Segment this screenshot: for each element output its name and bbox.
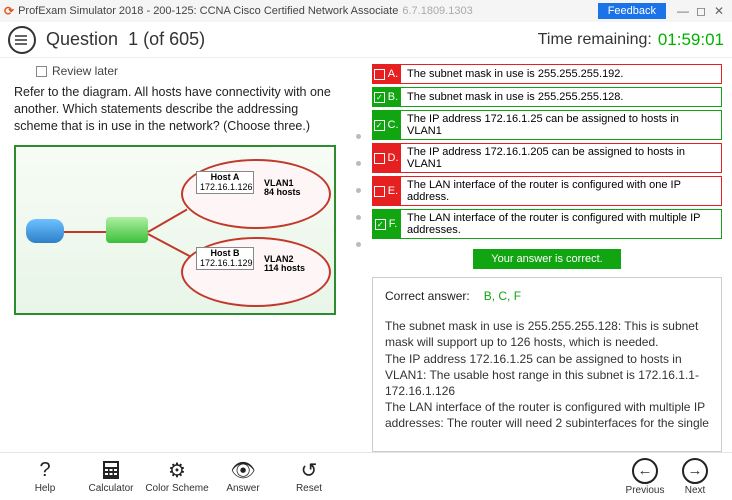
switch-icon bbox=[106, 217, 148, 243]
option-checkbox: ✓ bbox=[374, 92, 385, 103]
router-icon bbox=[26, 219, 64, 243]
option-text: The IP address 172.16.1.25 can be assign… bbox=[407, 113, 715, 137]
gear-icon: ⚙ bbox=[166, 459, 188, 481]
option-D[interactable]: D. The IP address 172.16.1.205 can be ass… bbox=[372, 143, 722, 173]
option-letter: F. bbox=[389, 218, 398, 230]
option-text: The IP address 172.16.1.205 can be assig… bbox=[407, 146, 715, 170]
app-version: 6.7.1809.1303 bbox=[402, 5, 472, 17]
option-letter: E. bbox=[388, 185, 398, 197]
app-logo: ⟳ bbox=[4, 4, 14, 18]
option-checkbox: ✓ bbox=[375, 219, 386, 230]
previous-button[interactable]: ←Previous bbox=[620, 458, 670, 496]
option-text: The subnet mask in use is 255.255.255.19… bbox=[407, 68, 623, 80]
arrow-left-icon: ← bbox=[632, 458, 658, 484]
time-value: 01:59:01 bbox=[658, 30, 724, 50]
option-checkbox bbox=[374, 186, 385, 197]
minimize-button[interactable]: — bbox=[674, 4, 692, 18]
calculator-icon bbox=[100, 459, 122, 481]
close-button[interactable]: ✕ bbox=[710, 4, 728, 18]
footer-toolbar: ?Help Calculator ⚙Color Scheme 👁Answer ↺… bbox=[0, 452, 732, 500]
question-title: Question 1 (of 605) bbox=[46, 29, 205, 50]
result-banner: Your answer is correct. bbox=[473, 249, 620, 269]
option-letter: B. bbox=[388, 91, 398, 103]
checkbox-icon bbox=[36, 66, 47, 77]
option-letter: C. bbox=[388, 119, 399, 131]
maximize-button[interactable]: ◻ bbox=[692, 4, 710, 18]
reset-button[interactable]: ↺Reset bbox=[276, 459, 342, 494]
reset-icon: ↺ bbox=[298, 459, 320, 481]
explanation-text: The subnet mask in use is 255.255.255.12… bbox=[385, 318, 709, 431]
calculator-button[interactable]: Calculator bbox=[78, 459, 144, 494]
help-button[interactable]: ?Help bbox=[12, 459, 78, 494]
help-icon: ? bbox=[34, 459, 56, 481]
option-letter: D. bbox=[388, 152, 399, 164]
option-letter: A. bbox=[388, 68, 398, 80]
next-button[interactable]: →Next bbox=[670, 458, 720, 496]
time-label: Time remaining: bbox=[538, 31, 652, 49]
review-later-checkbox[interactable]: Review later bbox=[36, 64, 344, 78]
correct-answer-label: Correct answer: bbox=[385, 289, 470, 303]
color-scheme-button[interactable]: ⚙Color Scheme bbox=[144, 459, 210, 494]
left-pane: Review later Refer to the diagram. All h… bbox=[14, 64, 344, 452]
option-checkbox bbox=[374, 69, 385, 80]
right-pane: A. The subnet mask in use is 255.255.255.… bbox=[372, 64, 722, 452]
option-checkbox bbox=[374, 153, 385, 164]
explanation-panel: Correct answer: B, C, F The subnet mask i… bbox=[372, 277, 722, 452]
vlan1-label: VLAN184 hosts bbox=[264, 179, 301, 197]
review-label: Review later bbox=[52, 64, 118, 78]
eye-icon: 👁 bbox=[232, 459, 254, 481]
option-C[interactable]: ✓C. The IP address 172.16.1.25 can be ass… bbox=[372, 110, 722, 140]
app-title: ProfExam Simulator 2018 - 200-125: CCNA … bbox=[18, 5, 398, 17]
option-E[interactable]: E. The LAN interface of the router is con… bbox=[372, 176, 722, 206]
menu-button[interactable] bbox=[8, 26, 36, 54]
splitter-handle[interactable] bbox=[354, 64, 362, 452]
vlan2-label: VLAN2114 hosts bbox=[264, 255, 305, 273]
answer-button[interactable]: 👁Answer bbox=[210, 459, 276, 494]
network-diagram: Host A172.16.1.126 Host B172.16.1.129 VL… bbox=[14, 145, 336, 315]
host-b-box: Host B172.16.1.129 bbox=[196, 247, 254, 271]
option-checkbox: ✓ bbox=[374, 120, 385, 131]
arrow-right-icon: → bbox=[682, 458, 708, 484]
option-B[interactable]: ✓B. The subnet mask in use is 255.255.255… bbox=[372, 87, 722, 107]
option-text: The subnet mask in use is 255.255.255.12… bbox=[407, 91, 623, 103]
option-F[interactable]: ✓F. The LAN interface of the router is co… bbox=[372, 209, 722, 239]
host-a-box: Host A172.16.1.126 bbox=[196, 171, 254, 195]
menu-icon bbox=[15, 33, 29, 47]
feedback-button[interactable]: Feedback bbox=[598, 3, 666, 19]
answer-options: A. The subnet mask in use is 255.255.255.… bbox=[372, 64, 722, 239]
option-text: The LAN interface of the router is confi… bbox=[407, 179, 715, 203]
correct-answer-value: B, C, F bbox=[484, 289, 521, 303]
option-A[interactable]: A. The subnet mask in use is 255.255.255.… bbox=[372, 64, 722, 84]
option-text: The LAN interface of the router is confi… bbox=[407, 212, 715, 236]
question-text: Refer to the diagram. All hosts have con… bbox=[14, 84, 344, 135]
question-header: Question 1 (of 605) Time remaining: 01:5… bbox=[0, 22, 732, 58]
title-bar: ⟳ ProfExam Simulator 2018 - 200-125: CCN… bbox=[0, 0, 732, 22]
